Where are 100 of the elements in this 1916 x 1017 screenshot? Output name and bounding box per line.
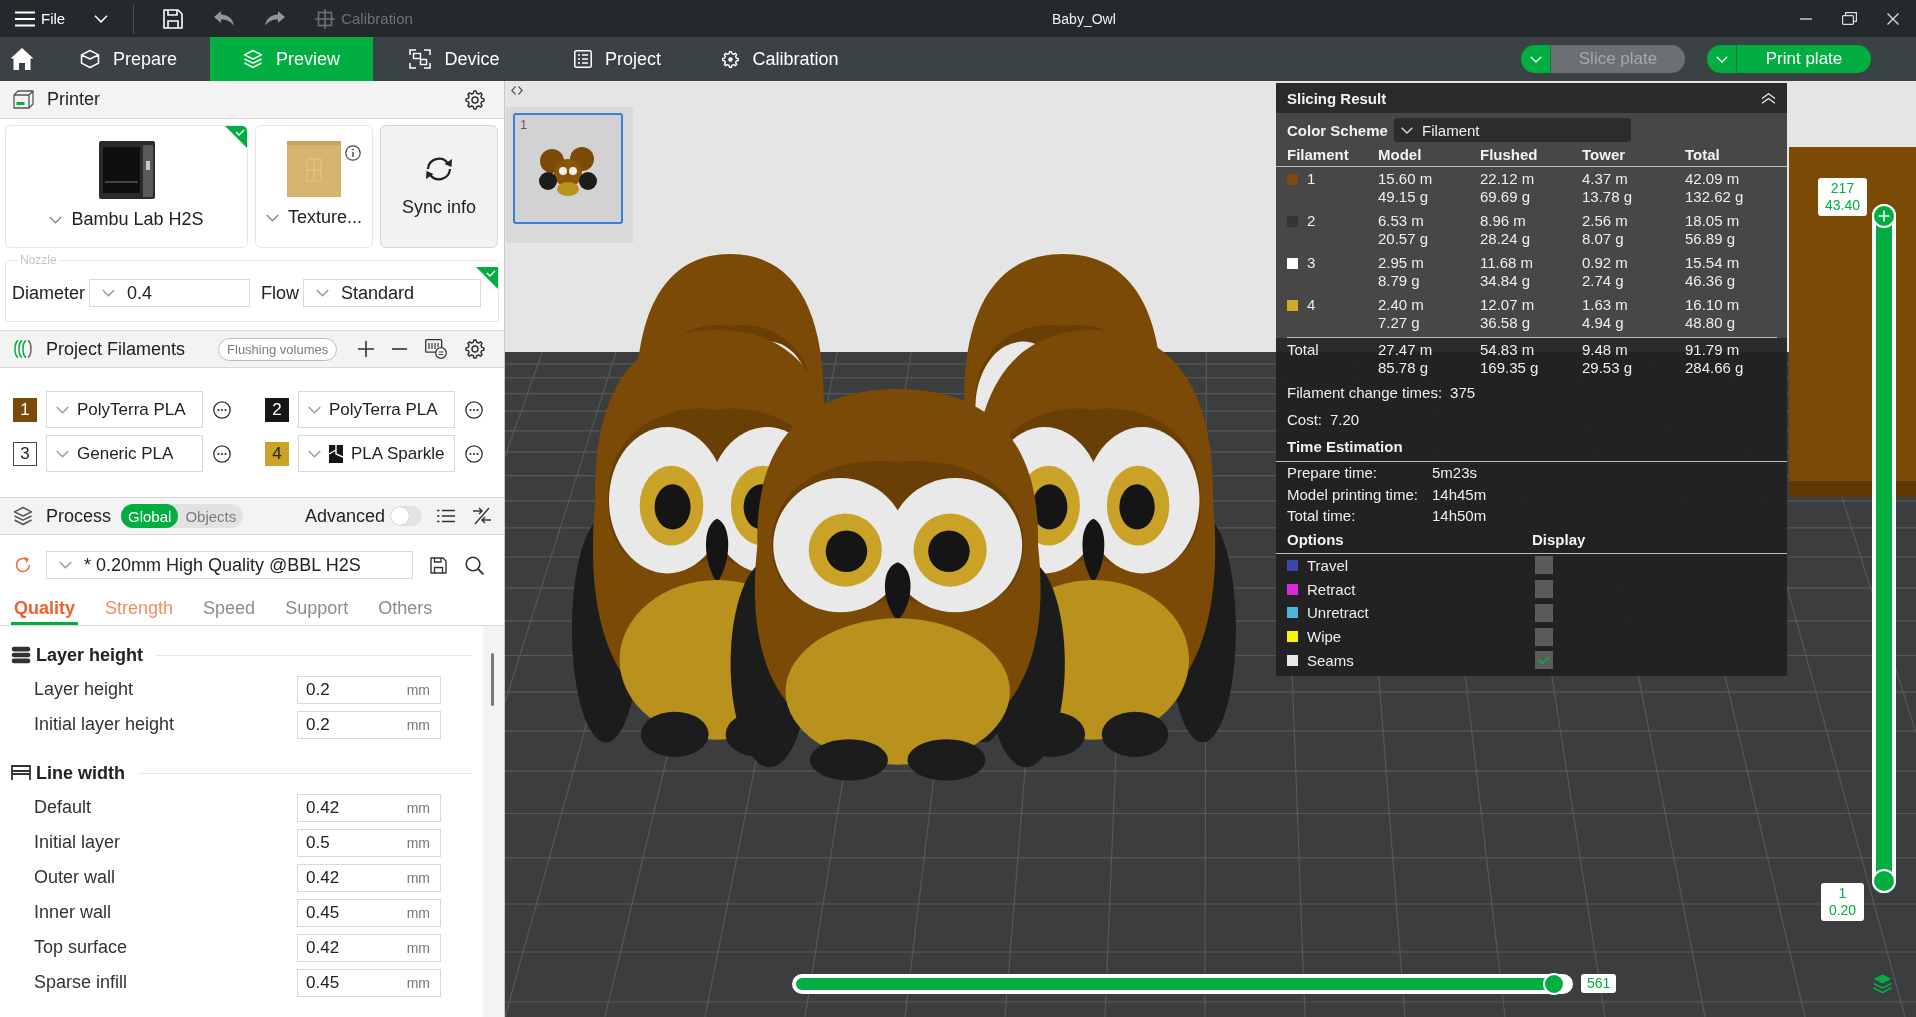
undo-icon[interactable]	[214, 11, 235, 26]
close-icon[interactable]	[1887, 12, 1899, 25]
arrows-icon[interactable]	[473, 507, 491, 525]
cube-icon	[79, 49, 100, 69]
window-title: Baby_Owl	[1052, 10, 1116, 27]
nav-tab[interactable]: Calibration	[699, 37, 862, 81]
collapse-icon[interactable]	[511, 86, 523, 95]
more-icon[interactable]	[465, 400, 483, 419]
file-menu[interactable]: File	[15, 10, 66, 27]
length-value: 2.56 m	[1582, 212, 1629, 230]
list-icon[interactable]	[437, 509, 455, 523]
column-header: Options	[1287, 531, 1344, 548]
more-icon[interactable]	[465, 444, 483, 463]
length-value: 15.54 m	[1685, 254, 1741, 272]
build-plate-image	[287, 141, 341, 197]
length-value: 6.53 m	[1378, 212, 1425, 230]
minimize-icon[interactable]	[1800, 17, 1812, 20]
pattern-icon	[329, 444, 343, 463]
setting-field[interactable]: 0.2 mm	[297, 710, 441, 739]
list-icon	[574, 50, 592, 68]
scrollbar-thumb[interactable]	[491, 653, 494, 706]
weight-value: 85.78 g	[1378, 359, 1430, 377]
home-icon[interactable]	[10, 47, 34, 71]
dropdown-toggle[interactable]	[1521, 45, 1551, 73]
tray-sync-icon[interactable]	[425, 339, 447, 359]
display-checkbox[interactable]	[1535, 580, 1553, 599]
dropdown-toggle[interactable]	[1707, 45, 1737, 73]
menu-icon	[15, 10, 35, 27]
diameter-select[interactable]: 0.4	[89, 279, 251, 307]
weight-value: 8.79 g	[1378, 272, 1421, 290]
reset-icon[interactable]	[14, 556, 32, 574]
material-dropdown[interactable]: PolyTerra PLA	[298, 391, 455, 428]
material-dropdown[interactable]: PolyTerra PLA	[46, 391, 203, 428]
chevron-down-icon[interactable]	[94, 14, 109, 23]
preset-select[interactable]: * 0.20mm High Quality @BBL H2S	[46, 551, 413, 579]
setting-field[interactable]: 0.45 mm	[297, 968, 441, 997]
column-header: Flushed	[1480, 146, 1539, 164]
color-scheme-select[interactable]: Filament	[1394, 118, 1631, 142]
advanced-toggle[interactable]	[390, 506, 422, 526]
field-label: Flow	[261, 282, 300, 304]
info-icon[interactable]	[345, 145, 361, 161]
unit-label: mm	[406, 904, 430, 921]
plate-select[interactable]: Texture...	[266, 207, 362, 228]
nav-tab[interactable]: Project	[536, 37, 699, 81]
weight-value: 49.15 g	[1378, 188, 1430, 206]
material-dropdown[interactable]: Generic PLA	[46, 435, 203, 472]
more-icon[interactable]	[213, 400, 231, 419]
option-label: Unretract	[1307, 604, 1369, 622]
setting-field[interactable]: 0.42 mm	[297, 793, 441, 822]
display-checkbox[interactable]	[1535, 603, 1553, 622]
settings-icon[interactable]	[465, 89, 485, 110]
setting-label: Sparse infill	[34, 972, 129, 993]
nav-tab[interactable]: Device	[373, 37, 536, 81]
field-label: Diameter	[12, 282, 86, 304]
filament-badge[interactable]: 2	[265, 397, 289, 422]
setting-field[interactable]: 0.45 mm	[297, 898, 441, 927]
display-checkbox[interactable]	[1535, 627, 1553, 646]
display-checkbox[interactable]	[1535, 651, 1553, 670]
plus-icon[interactable]	[358, 341, 374, 357]
collapse-up-icon[interactable]	[1761, 92, 1776, 104]
column-header: Tower	[1582, 146, 1627, 164]
unit-label: mm	[406, 681, 430, 698]
setting-field[interactable]: 0.42 mm	[297, 933, 441, 962]
setting-field[interactable]: 0.5 mm	[297, 828, 441, 857]
flushing-volumes-button[interactable]: Flushing volumes	[218, 337, 338, 361]
length-value: 8.96 m	[1480, 212, 1527, 230]
flow-select[interactable]: Standard	[303, 279, 482, 307]
layers-icon[interactable]	[1872, 973, 1893, 994]
spools-icon	[13, 339, 33, 359]
printer-select[interactable]: Bambu Lab H2S	[49, 209, 204, 230]
settings-icon[interactable]	[465, 339, 485, 359]
sync-info-button[interactable]: Sync info	[380, 125, 498, 248]
nav-tab[interactable]: Prepare	[47, 37, 210, 81]
filament-badge[interactable]: 3	[13, 441, 37, 466]
search-icon[interactable]	[465, 555, 484, 575]
group-legend: Nozzle	[18, 253, 59, 267]
save-icon[interactable]	[430, 556, 447, 574]
weight-value: 36.58 g	[1480, 314, 1532, 332]
upper-layer-thumb[interactable]	[1872, 204, 1896, 228]
weight-value: 20.57 g	[1378, 230, 1430, 248]
restore-icon[interactable]	[1842, 12, 1857, 25]
length-value: 4.37 m	[1582, 170, 1629, 188]
length-value: 15.60 m	[1378, 170, 1434, 188]
more-icon[interactable]	[213, 444, 231, 463]
filament-badge[interactable]: 4	[265, 441, 289, 466]
redo-icon[interactable]	[265, 11, 286, 26]
display-checkbox[interactable]	[1535, 556, 1553, 575]
setting-field[interactable]: 0.2 mm	[297, 675, 441, 704]
plate-thumbnail[interactable]: 1	[513, 113, 623, 224]
setting-label: Top surface	[34, 937, 129, 958]
move-slider-thumb[interactable]	[1543, 973, 1565, 995]
chevron-down-icon	[56, 405, 69, 414]
filament-badge[interactable]: 1	[13, 397, 37, 422]
length-value: 22.12 m	[1480, 170, 1536, 188]
layer-height: 43.40	[1824, 197, 1860, 214]
gear-icon	[722, 50, 740, 68]
setting-field[interactable]: 0.42 mm	[297, 863, 441, 892]
lower-layer-thumb[interactable]	[1872, 869, 1896, 893]
material-dropdown[interactable]: PLA Sparkle	[298, 435, 455, 472]
length-value: 9.48 m	[1582, 341, 1629, 359]
